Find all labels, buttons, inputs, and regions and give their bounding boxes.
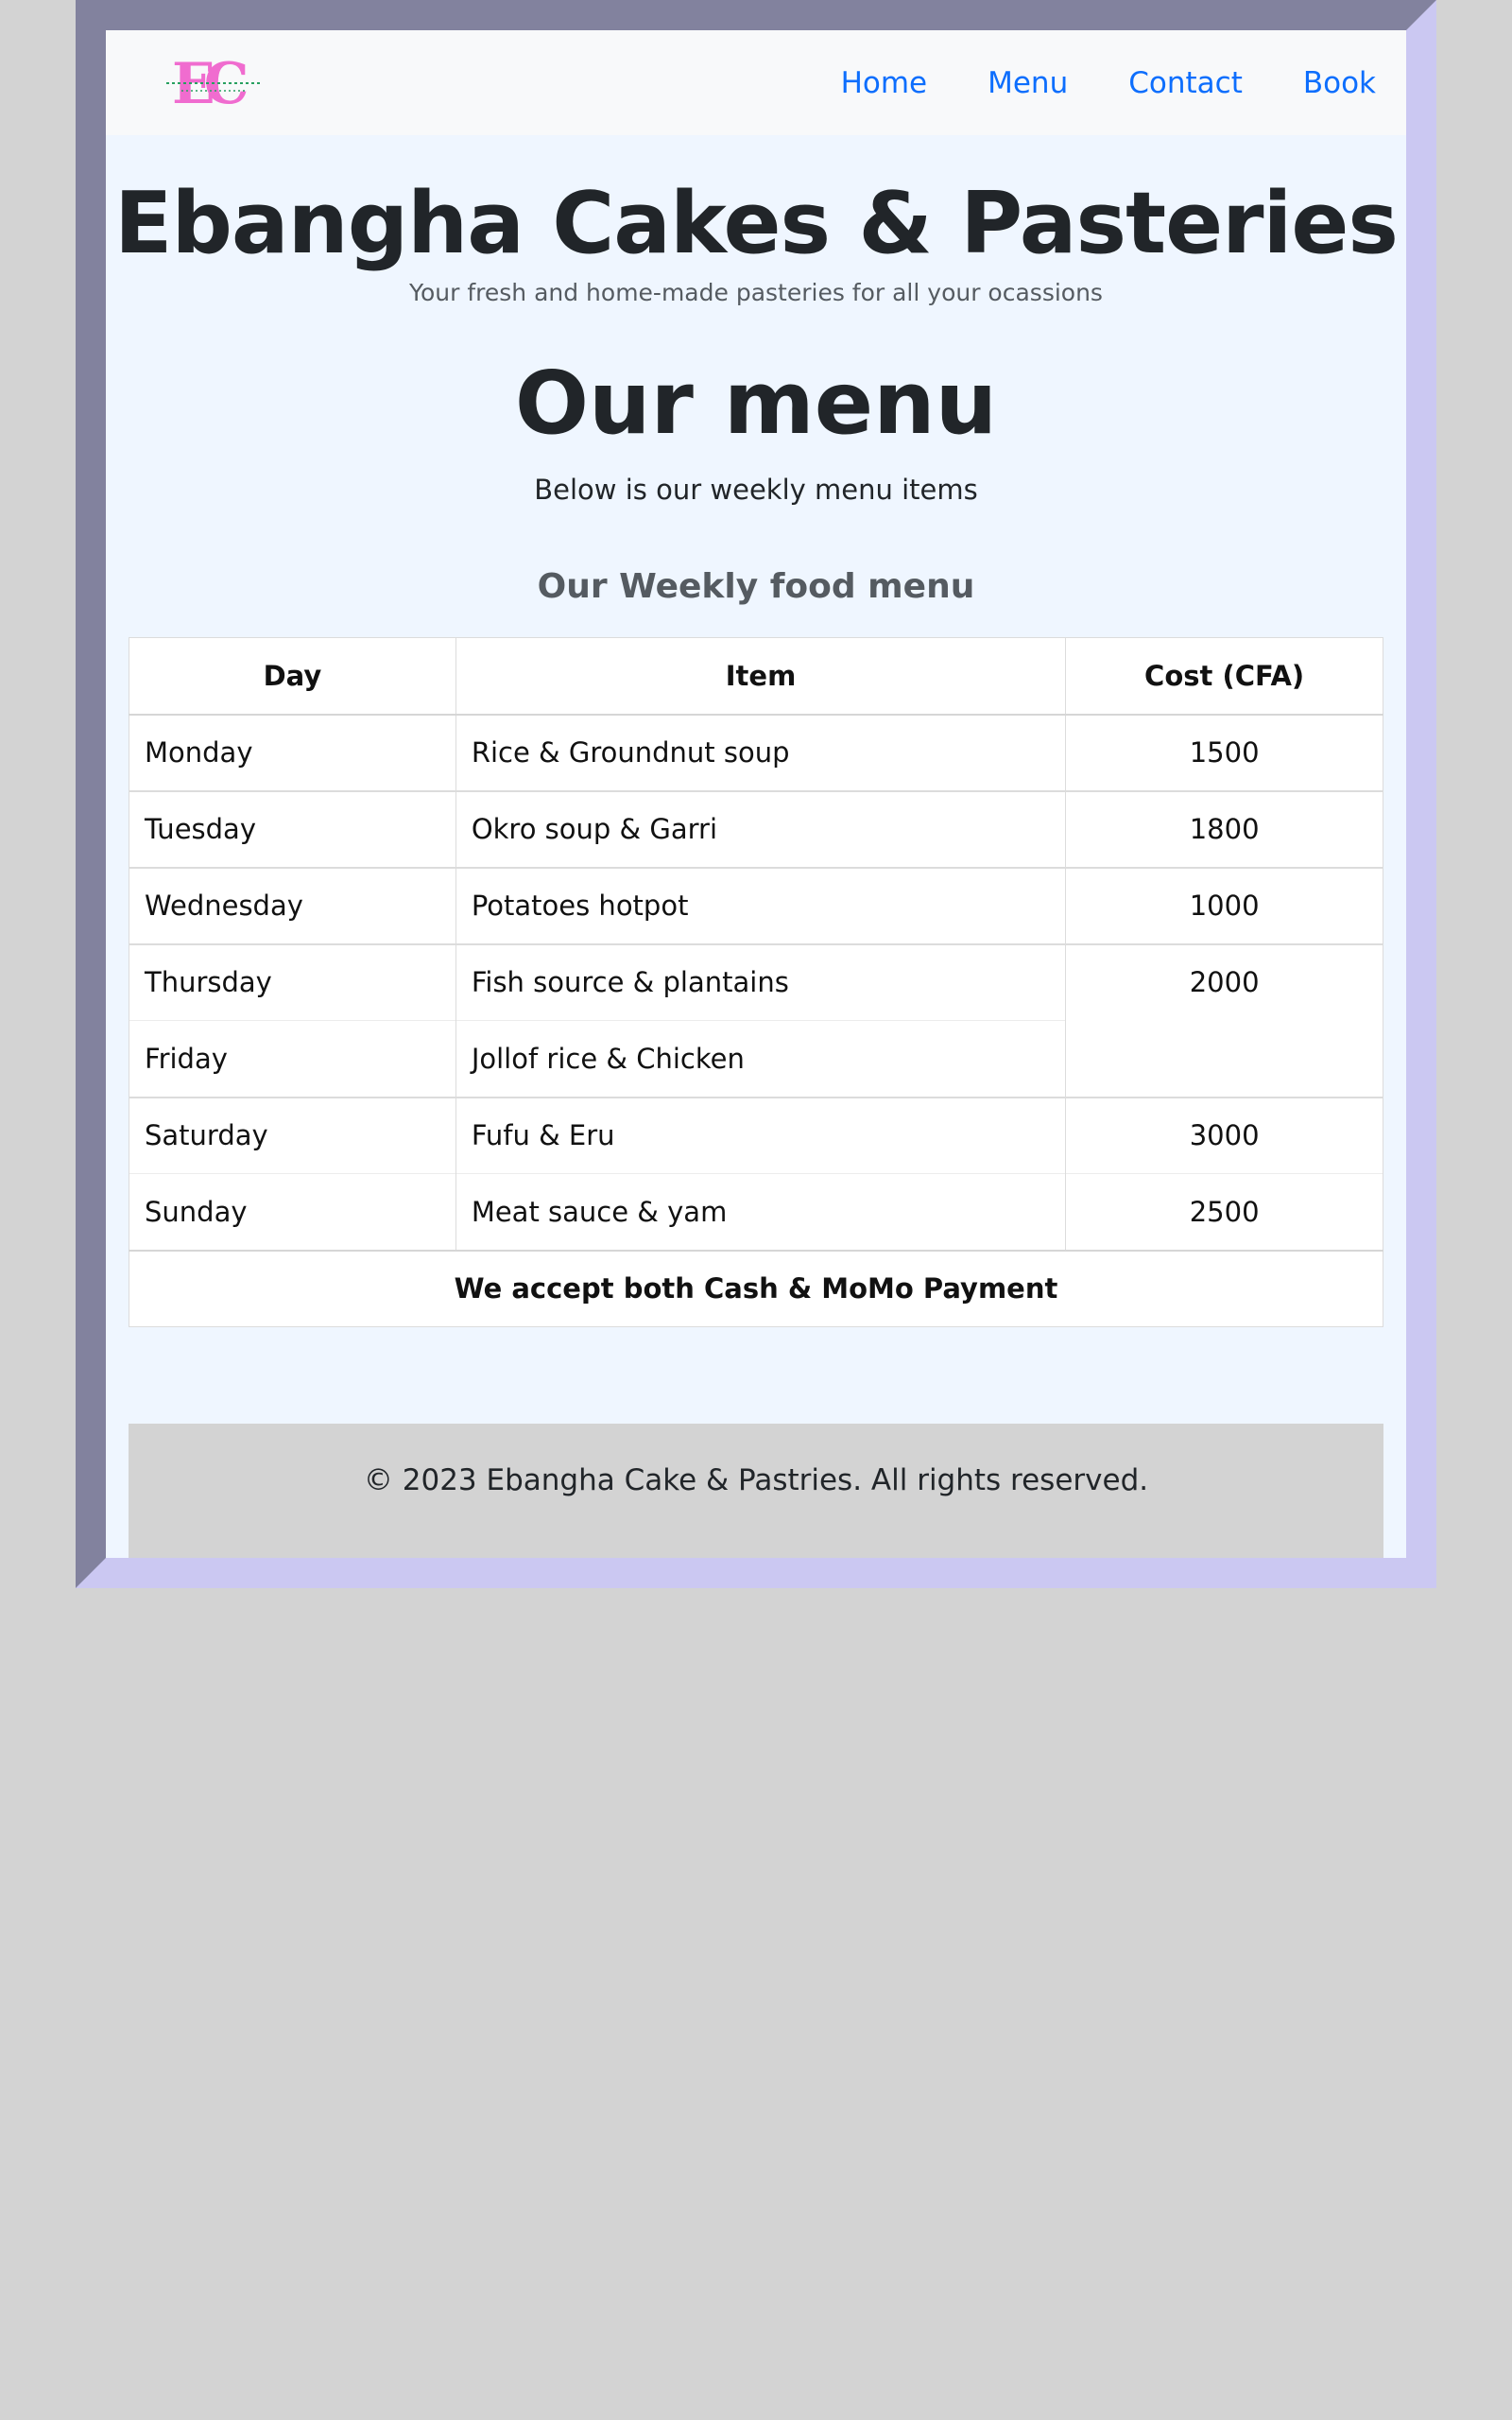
day-cell: Friday bbox=[129, 1020, 456, 1098]
cost-cell: 1000 bbox=[1065, 866, 1383, 944]
table-footer-row: We accept both Cash & MoMo Payment bbox=[129, 1249, 1383, 1327]
cost-cell: 1800 bbox=[1065, 789, 1383, 868]
item-cell: Fufu & Eru bbox=[455, 1096, 1067, 1174]
day-cell: Sunday bbox=[129, 1173, 456, 1251]
day-cell: Tuesday bbox=[129, 789, 456, 868]
item-cell: Jollof rice & Chicken bbox=[455, 1020, 1067, 1098]
site-title: Ebangha Cakes & Pasteries bbox=[113, 174, 1399, 273]
nav-link-menu[interactable]: Menu bbox=[988, 66, 1068, 100]
payment-note: We accept both Cash & MoMo Payment bbox=[129, 1249, 1383, 1327]
item-cell: Meat sauce & yam bbox=[455, 1173, 1067, 1251]
brand-logo[interactable]: EC bbox=[164, 51, 265, 117]
nav-link-contact[interactable]: Contact bbox=[1128, 66, 1243, 100]
item-cell: Potatoes hotpot bbox=[455, 866, 1067, 944]
copyright-text: © 2023 Ebangha Cake & Pastries. All righ… bbox=[363, 1463, 1149, 1497]
table-row: Thursday Fish source & plantains 2000 bbox=[129, 942, 1383, 1098]
table-header-row: Day Item Cost (CFA) bbox=[129, 637, 1383, 716]
menu-description: Below is our weekly menu items bbox=[534, 474, 978, 506]
table-row: Saturday Fufu & Eru 3000 bbox=[129, 1096, 1383, 1174]
table-row: Wednesday Potatoes hotpot 1000 bbox=[129, 866, 1383, 944]
table-row: Tuesday Okro soup & Garri 1800 bbox=[129, 789, 1383, 868]
item-cell: Okro soup & Garri bbox=[455, 789, 1067, 868]
nav-links: Home Menu Contact Book bbox=[841, 30, 1376, 135]
menu-heading: Our menu bbox=[514, 353, 998, 454]
day-cell: Monday bbox=[129, 713, 456, 791]
header-day: Day bbox=[129, 637, 456, 716]
site-footer: © 2023 Ebangha Cake & Pastries. All righ… bbox=[129, 1424, 1383, 1558]
table-row: Sunday Meat sauce & yam 2500 bbox=[129, 1173, 1383, 1251]
day-cell: Wednesday bbox=[129, 866, 456, 944]
weekly-menu-table: Day Item Cost (CFA) Monday Rice & Ground… bbox=[129, 637, 1383, 1327]
item-cell: Rice & Groundnut soup bbox=[455, 713, 1067, 791]
table-caption: Our Weekly food menu bbox=[537, 567, 975, 606]
nav-link-book[interactable]: Book bbox=[1303, 66, 1376, 100]
nav-link-home[interactable]: Home bbox=[841, 66, 928, 100]
day-cell: Saturday bbox=[129, 1096, 456, 1174]
cost-cell: 1500 bbox=[1065, 713, 1383, 791]
item-cell: Fish source & plantains bbox=[455, 942, 1067, 1021]
site-subtitle: Your fresh and home-made pasteries for a… bbox=[409, 279, 1103, 306]
header-cost: Cost (CFA) bbox=[1065, 637, 1383, 716]
navbar: EC Home Menu Contact Book bbox=[106, 30, 1406, 135]
cost-cell: 3000 bbox=[1065, 1096, 1383, 1174]
header-item: Item bbox=[455, 637, 1067, 716]
table-row: Monday Rice & Groundnut soup 1500 bbox=[129, 713, 1383, 791]
logo-mark-icon: EC bbox=[166, 51, 263, 117]
page-content: EC Home Menu Contact Book Ebangha Cakes … bbox=[106, 30, 1406, 1558]
page-frame: EC Home Menu Contact Book Ebangha Cakes … bbox=[76, 0, 1436, 1588]
day-cell: Thursday bbox=[129, 942, 456, 1021]
cost-cell: 2000 bbox=[1065, 942, 1383, 1098]
cost-cell: 2500 bbox=[1065, 1173, 1383, 1251]
